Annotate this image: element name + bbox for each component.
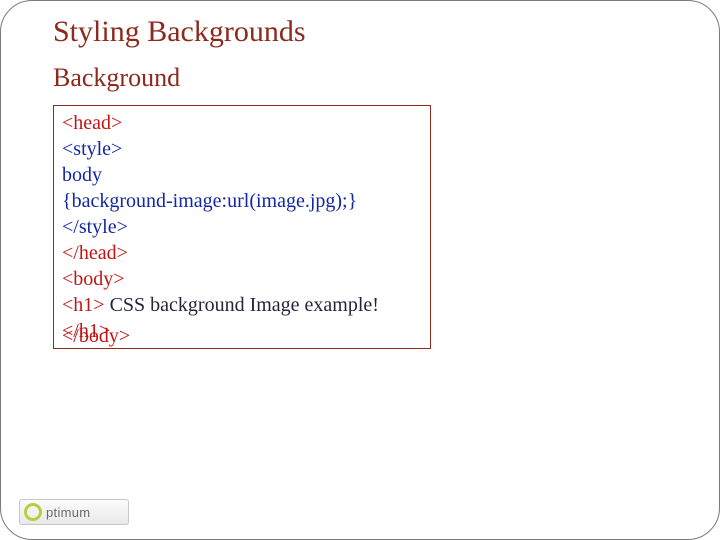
slide-title: Styling Backgrounds [53,15,306,49]
code-line: </style> [62,216,128,238]
code-line: </head> [62,242,128,264]
code-box: <head> <style> body {background-image:ur… [53,105,431,349]
code-line: </body> [62,325,130,347]
code-text: CSS background Image example! [105,294,379,316]
code-line: {background-image:url(image.jpg);} [62,190,357,212]
code-line: <style> [62,138,122,160]
slide-frame: Styling Backgrounds Background <head> <s… [0,0,720,540]
code-line: <body> [62,268,125,290]
code-line: <head> [62,112,122,134]
code-tag: <h1> [62,294,105,316]
code-overflow: </body> [62,323,130,349]
logo-ring-icon [24,503,42,521]
slide-subtitle: Background [53,63,180,93]
code-line: body [62,164,102,186]
brand-logo: ptimum [19,499,129,525]
logo-text: ptimum [46,505,90,520]
